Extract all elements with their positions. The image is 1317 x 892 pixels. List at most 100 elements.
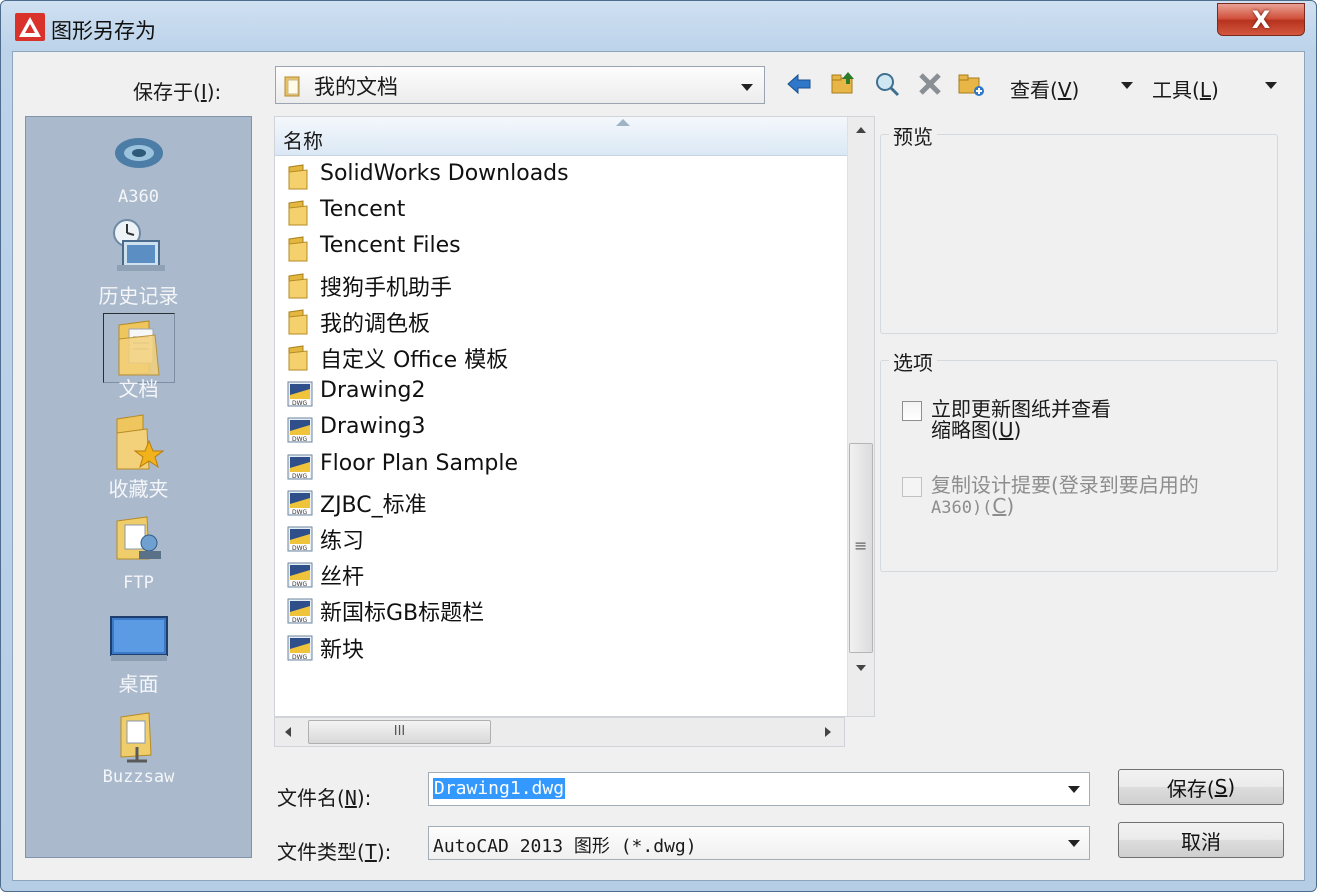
item-name: 丝杆 bbox=[320, 565, 365, 591]
scroll-left-icon[interactable] bbox=[285, 727, 291, 737]
new-folder-icon[interactable] bbox=[957, 70, 985, 98]
vertical-scrollbar[interactable]: ≡ bbox=[847, 117, 874, 716]
file-row[interactable]: DWG ZJBC_标准 bbox=[283, 485, 843, 519]
autocad-logo-icon bbox=[15, 13, 45, 41]
folder-row[interactable]: Tencent Files bbox=[283, 231, 843, 265]
place-ftp[interactable]: FTP bbox=[26, 511, 251, 601]
file-name-combo[interactable]: Drawing1.dwg bbox=[428, 772, 1090, 806]
file-row[interactable]: DWG 丝杆 bbox=[283, 557, 843, 591]
chevron-down-icon[interactable] bbox=[741, 84, 753, 91]
file-row[interactable]: DWG 练习 bbox=[283, 521, 843, 555]
place-buzzsaw[interactable]: Buzzsaw bbox=[26, 707, 251, 797]
file-name-label: 文件名(N): bbox=[277, 786, 372, 810]
item-name: Drawing3 bbox=[320, 414, 426, 440]
folder-row[interactable]: 自定义 Office 模板 bbox=[283, 340, 843, 374]
place-desktop[interactable]: 桌面 bbox=[26, 611, 251, 701]
dwg-file-icon: DWG bbox=[287, 598, 313, 624]
horizontal-scrollbar[interactable]: III bbox=[274, 717, 845, 747]
folder-row[interactable]: 我的调色板 bbox=[283, 304, 843, 338]
place-label: 历史记录 bbox=[98, 284, 179, 308]
place-label: 桌面 bbox=[118, 672, 159, 696]
file-list[interactable]: 名称 SolidWorks Downloads Tencent Tencent Fi… bbox=[274, 116, 875, 717]
sort-ascending-icon bbox=[616, 119, 630, 126]
save-in-dropdown[interactable]: 我的文档 bbox=[275, 66, 765, 104]
horizontal-scroll-thumb[interactable]: III bbox=[308, 720, 491, 744]
folder-icon bbox=[287, 164, 311, 190]
close-icon: X bbox=[1251, 5, 1271, 34]
svg-text:DWG: DWG bbox=[292, 436, 308, 443]
view-menu-button[interactable]: 查看(V) bbox=[1010, 74, 1079, 103]
file-row[interactable]: DWG Drawing2 bbox=[283, 376, 843, 410]
file-row[interactable]: DWG Floor Plan Sample bbox=[283, 449, 843, 483]
svg-text:DWG: DWG bbox=[292, 509, 308, 516]
scroll-right-icon[interactable] bbox=[825, 727, 831, 737]
item-name: 自定义 Office 模板 bbox=[320, 348, 509, 373]
column-header-name[interactable]: 名称 bbox=[275, 117, 847, 156]
folder-row[interactable]: Tencent bbox=[283, 195, 843, 229]
place-favorites[interactable]: 收藏夹 bbox=[26, 411, 251, 501]
file-name-input[interactable]: Drawing1.dwg bbox=[433, 778, 566, 799]
file-type-label: 文件类型(T): bbox=[277, 840, 392, 864]
update-thumbnail-checkbox[interactable] bbox=[902, 401, 922, 421]
file-row[interactable]: DWG 新国标GB标题栏 bbox=[283, 593, 843, 627]
item-name: Tencent Files bbox=[320, 233, 461, 259]
folder-icon bbox=[287, 345, 311, 371]
item-name: Tencent bbox=[320, 197, 406, 223]
delete-icon[interactable] bbox=[916, 70, 944, 98]
window-title: 图形另存为 bbox=[51, 19, 156, 43]
folder-icon bbox=[287, 200, 311, 226]
place-a360[interactable]: A360 bbox=[26, 127, 251, 212]
search-web-icon[interactable] bbox=[873, 70, 901, 98]
options-title: 选项 bbox=[889, 347, 937, 376]
svg-text:DWG: DWG bbox=[292, 617, 308, 624]
grip-icon: III bbox=[393, 724, 406, 739]
item-name: Floor Plan Sample bbox=[320, 450, 519, 476]
cancel-button[interactable]: 取消 bbox=[1118, 822, 1284, 858]
chevron-down-icon[interactable] bbox=[1068, 786, 1080, 793]
scroll-up-icon[interactable] bbox=[856, 127, 866, 133]
place-documents[interactable]: 文档 bbox=[26, 313, 251, 403]
up-folder-icon[interactable] bbox=[829, 70, 857, 98]
dwg-file-icon: DWG bbox=[287, 526, 313, 552]
dwg-file-icon: DWG bbox=[287, 635, 313, 661]
folder-row[interactable]: 搜狗手机助手 bbox=[283, 268, 843, 302]
file-type-dropdown[interactable]: AutoCAD 2013 图形 (*.dwg) bbox=[428, 826, 1090, 860]
scroll-down-icon[interactable] bbox=[856, 665, 866, 671]
title-bar[interactable]: 图形另存为 X bbox=[1, 1, 1316, 51]
dwg-file-icon: DWG bbox=[287, 381, 313, 407]
buzzsaw-icon bbox=[120, 712, 152, 763]
tools-dropdown-arrow-icon[interactable] bbox=[1265, 82, 1277, 89]
documents-folder-icon bbox=[118, 320, 160, 376]
place-label: 收藏夹 bbox=[108, 477, 169, 501]
copy-design-feed-checkbox bbox=[902, 477, 922, 497]
svg-text:DWG: DWG bbox=[292, 581, 308, 588]
file-row[interactable]: DWG 新块 bbox=[283, 630, 843, 664]
chevron-down-icon[interactable] bbox=[1068, 840, 1080, 847]
preview-title: 预览 bbox=[889, 121, 937, 150]
folder-icon bbox=[287, 236, 311, 262]
tools-menu-button[interactable]: 工具(L) bbox=[1152, 74, 1219, 103]
view-dropdown-arrow-icon[interactable] bbox=[1121, 82, 1133, 89]
back-arrow-icon[interactable] bbox=[785, 70, 813, 98]
ftp-icon bbox=[116, 516, 161, 560]
dwg-file-icon: DWG bbox=[287, 417, 313, 443]
item-name: 我的调色板 bbox=[320, 311, 431, 337]
update-thumbnail-label[interactable]: 立即更新图纸并查看 缩略图(U) bbox=[931, 399, 1111, 441]
vertical-scroll-thumb[interactable]: ≡ bbox=[849, 443, 873, 653]
folder-icon bbox=[287, 309, 311, 335]
folder-row[interactable]: SolidWorks Downloads bbox=[283, 159, 843, 193]
svg-text:DWG: DWG bbox=[292, 473, 308, 480]
preview-group: 预览 bbox=[880, 121, 1278, 334]
svg-text:DWG: DWG bbox=[292, 654, 308, 661]
folder-icon bbox=[287, 273, 311, 299]
desktop-icon bbox=[109, 616, 168, 661]
place-history[interactable]: 历史记录 bbox=[26, 217, 251, 308]
close-button[interactable]: X bbox=[1217, 3, 1305, 36]
file-row[interactable]: DWG Drawing3 bbox=[283, 412, 843, 446]
place-label: A360 bbox=[118, 187, 159, 207]
save-drawing-as-dialog: 图形另存为 X 保存于(I): 我的文档 查看(V) 工具(L) A360 历史… bbox=[0, 0, 1317, 892]
column-header-label: 名称 bbox=[283, 129, 323, 153]
item-name: SolidWorks Downloads bbox=[320, 161, 569, 186]
grip-icon: ≡ bbox=[854, 536, 868, 555]
save-button[interactable]: 保存(S) bbox=[1118, 769, 1284, 805]
